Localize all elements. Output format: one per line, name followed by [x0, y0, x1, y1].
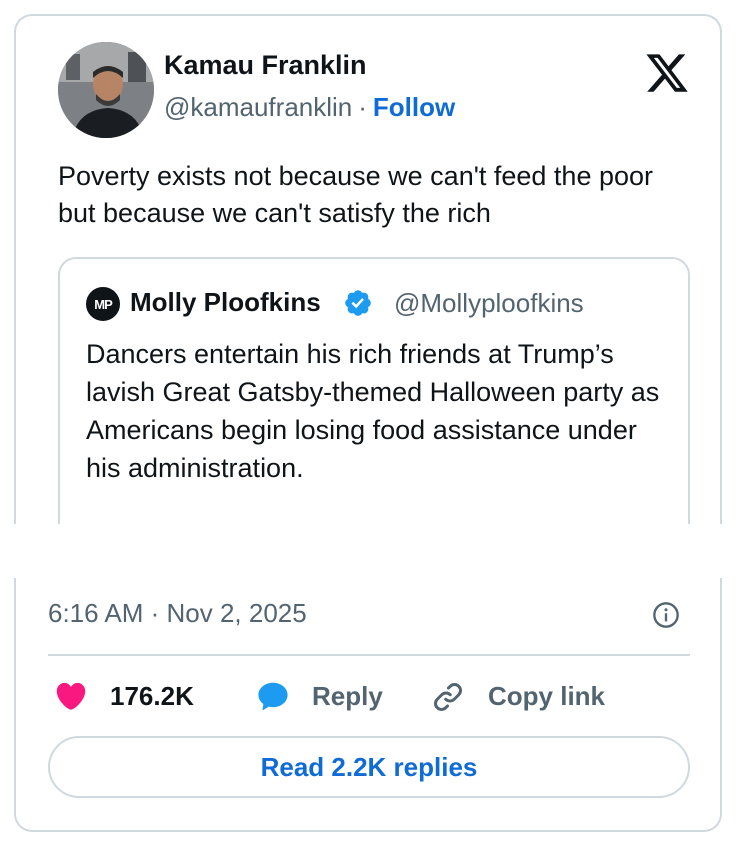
tweet-footer-card: 6:16 AM · Nov 2, 2025 176.2K Reply Copy … [14, 578, 722, 832]
info-icon[interactable] [652, 601, 680, 629]
avatar-photo [58, 42, 154, 138]
quoted-author-handle[interactable]: @Mollyploofkins [394, 288, 584, 319]
author-handle-line: @kamaufranklin · Follow [164, 92, 455, 123]
copy-link-button[interactable]: Copy link [488, 681, 605, 712]
author-name[interactable]: Kamau Franklin [164, 50, 367, 81]
quoted-avatar-initials: MP [94, 296, 112, 312]
divider [48, 654, 690, 656]
action-bar: 176.2K Reply Copy link [16, 676, 720, 722]
read-replies-button[interactable]: Read 2.2K replies [48, 736, 690, 798]
quoted-tweet[interactable]: MP Molly Ploofkins @Mollyploofkins Dance… [58, 257, 690, 524]
quoted-author-avatar[interactable]: MP [86, 287, 120, 321]
like-count[interactable]: 176.2K [110, 681, 194, 712]
x-logo-icon[interactable] [644, 50, 690, 96]
reply-bubble-icon[interactable] [254, 678, 292, 716]
heart-icon[interactable] [54, 679, 88, 713]
link-icon[interactable] [430, 679, 466, 715]
tweet-text: Poverty exists not because we can't feed… [58, 161, 654, 228]
quoted-author-name[interactable]: Molly Ploofkins [130, 287, 321, 318]
reply-button[interactable]: Reply [312, 681, 383, 712]
author-avatar[interactable] [58, 42, 154, 138]
tweet-timestamp[interactable]: 6:16 AM · Nov 2, 2025 [48, 598, 307, 629]
author-handle[interactable]: @kamaufranklin [164, 92, 352, 122]
quoted-tweet-text: Dancers entertain his rich friends at Tr… [86, 339, 660, 483]
verified-badge-icon [345, 290, 371, 316]
tweet-embed-card: Kamau Franklin @kamaufranklin · Follow Pov… [14, 14, 722, 524]
follow-button[interactable]: Follow [373, 92, 455, 122]
separator-dot: · [358, 92, 367, 122]
